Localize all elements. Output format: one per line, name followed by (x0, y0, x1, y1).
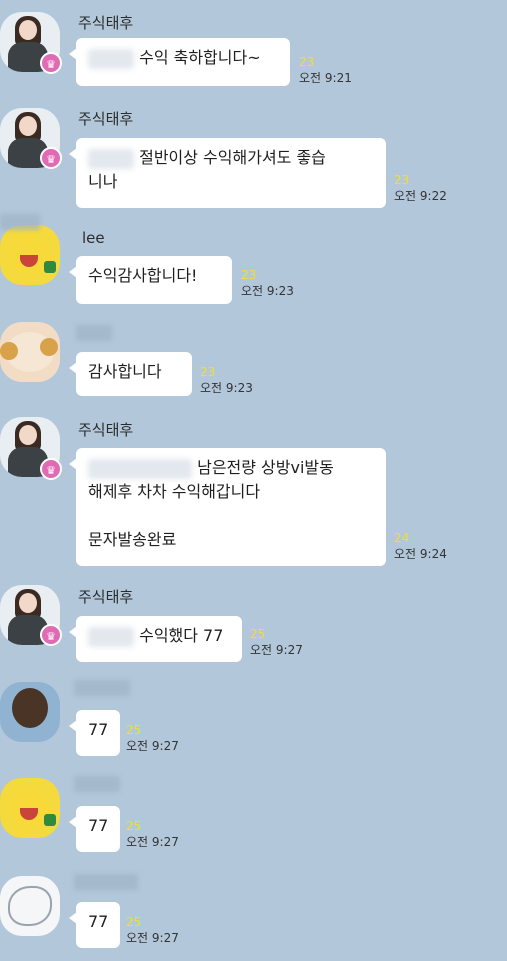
message-bubble[interactable]: 수익했다 77 (69, 616, 242, 662)
blurred-name (74, 776, 120, 792)
message-text-line: 니나 (88, 172, 118, 191)
message-text: 수익감사합니다! (88, 266, 198, 285)
message-meta: 25 오전 9:27 (126, 722, 179, 754)
message-text-line: 해제후 차차 수익해갑니다 (88, 482, 261, 501)
unread-count: 23 (299, 55, 315, 69)
blurred-name (76, 325, 112, 341)
message-bubble[interactable]: 수익감사합니다! (69, 256, 232, 304)
unread-count: 25 (126, 723, 142, 737)
message-text: 수익했다 77 (139, 626, 224, 645)
sender-name: 주식태후 (78, 110, 134, 128)
sender-name: lee (82, 229, 105, 247)
message-meta: 25 오전 9:27 (126, 818, 179, 850)
profile-avatar[interactable] (0, 225, 60, 285)
blurred-name (74, 874, 138, 890)
message-bubble[interactable]: 77 (69, 710, 120, 756)
timestamp: 오전 9:23 (200, 381, 253, 395)
message-bubble[interactable]: 절반이상 수익해가셔도 좋습 니나 (69, 138, 386, 208)
sender-name: 주식태후 (78, 421, 134, 439)
timestamp: 오전 9:27 (126, 739, 179, 753)
unread-count: 23 (394, 173, 410, 187)
profile-avatar[interactable] (0, 682, 60, 742)
sender-name: 주식태후 (78, 14, 134, 32)
message-text-line: 문자발송완료 (88, 530, 177, 549)
profile-avatar[interactable] (0, 322, 60, 382)
blurred-name (74, 680, 130, 696)
timestamp: 오전 9:24 (394, 547, 447, 561)
timestamp: 오전 9:27 (126, 835, 179, 849)
message-bubble[interactable]: 77 (69, 902, 120, 948)
message-text: 77 (88, 816, 109, 835)
timestamp: 오전 9:27 (126, 931, 179, 945)
blurred-name (0, 214, 40, 230)
sender-name: 주식태후 (78, 588, 134, 606)
message-bubble[interactable]: 77 (69, 806, 120, 852)
message-meta: 25 오전 9:27 (126, 914, 179, 946)
profile-avatar[interactable] (0, 876, 60, 936)
message-text-line: 남은전량 상방vi발동 (197, 458, 334, 477)
timestamp: 오전 9:27 (250, 643, 303, 657)
message-bubble[interactable]: 수익 축하합니다~ (69, 38, 290, 86)
message-text-line: 절반이상 수익해가셔도 좋습 (139, 148, 326, 167)
message-meta: 23 오전 9:23 (200, 364, 253, 396)
crown-icon: ♛ (40, 458, 62, 480)
unread-count: 23 (241, 268, 257, 282)
timestamp: 오전 9:22 (394, 189, 447, 203)
message-bubble[interactable]: 감사합니다 (69, 352, 192, 396)
unread-count: 23 (200, 365, 216, 379)
timestamp: 오전 9:23 (241, 284, 294, 298)
message-meta: 24 오전 9:24 (394, 530, 447, 562)
message-text: 감사합니다 (88, 362, 162, 381)
crown-icon: ♛ (40, 147, 62, 169)
timestamp: 오전 9:21 (299, 71, 352, 85)
message-meta: 23 오전 9:22 (394, 172, 447, 204)
message-bubble[interactable]: 남은전량 상방vi발동 해제후 차차 수익해갑니다 문자발송완료 (69, 448, 386, 566)
crown-icon: ♛ (40, 52, 62, 74)
unread-count: 25 (126, 819, 142, 833)
crown-icon: ♛ (40, 624, 62, 646)
profile-avatar[interactable] (0, 778, 60, 838)
message-text: 수익 축하합니다~ (139, 48, 261, 67)
message-text: 77 (88, 912, 109, 931)
message-meta: 23 오전 9:21 (299, 54, 352, 86)
message-meta: 23 오전 9:23 (241, 267, 294, 299)
unread-count: 25 (126, 915, 142, 929)
unread-count: 24 (394, 531, 410, 545)
message-meta: 25 오전 9:27 (250, 626, 303, 658)
unread-count: 25 (250, 627, 266, 641)
message-text: 77 (88, 720, 109, 739)
